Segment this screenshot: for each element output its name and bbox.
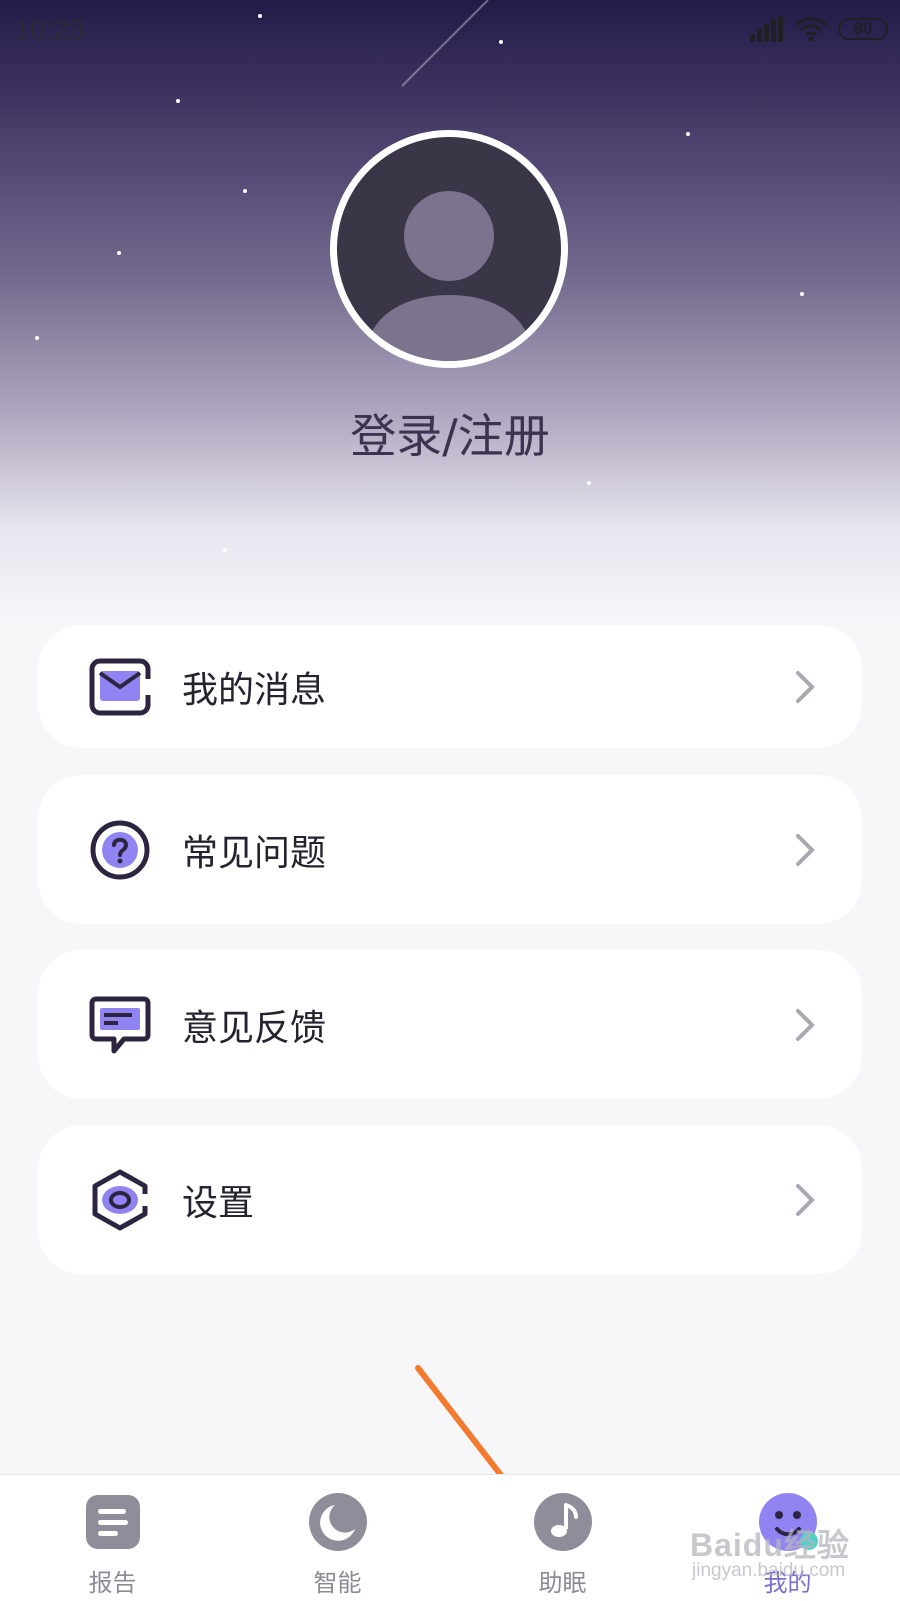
question-icon — [90, 820, 150, 879]
nav-mine[interactable]: 我的 — [675, 1475, 900, 1601]
chevron-right-icon — [796, 670, 815, 703]
menu-item-faq[interactable]: 常见问题 — [38, 775, 862, 924]
status-time: 10:23 — [14, 14, 85, 45]
mail-icon — [89, 658, 152, 715]
avatar[interactable] — [330, 130, 568, 368]
signal-icon — [750, 16, 783, 42]
menu-label-settings: 设置 — [182, 1182, 255, 1224]
nav-label-smart: 智能 — [313, 1569, 362, 1597]
nav-report[interactable]: 报告 — [0, 1475, 225, 1601]
chevron-right-icon — [796, 833, 815, 866]
bottom-navigation: 报告 智能 助眠 我的 — [0, 1474, 900, 1601]
chevron-right-icon — [796, 1183, 815, 1216]
menu-label-messages: 我的消息 — [182, 669, 327, 711]
status-icons: 80 — [750, 16, 888, 42]
menu-label-feedback: 意见反馈 — [182, 1007, 327, 1049]
battery-indicator: 80 — [838, 18, 888, 40]
moon-icon — [308, 1493, 367, 1551]
login-register-link[interactable]: 登录/注册 — [0, 400, 900, 466]
nav-label-sleep-aid: 助眠 — [538, 1569, 587, 1597]
nav-label-report: 报告 — [88, 1569, 137, 1597]
menu-item-settings[interactable]: 设置 — [38, 1125, 862, 1274]
status-bar: 10:23 80 — [0, 0, 900, 62]
default-user-icon — [365, 191, 533, 361]
feedback-icon — [89, 996, 151, 1053]
menu-item-messages[interactable]: 我的消息 — [38, 625, 862, 748]
menu-label-faq: 常见问题 — [182, 832, 327, 874]
profile-icon — [758, 1493, 818, 1551]
wifi-icon — [794, 17, 828, 42]
report-icon — [85, 1495, 140, 1549]
nav-smart[interactable]: 智能 — [225, 1475, 450, 1601]
nav-sleep-aid[interactable]: 助眠 — [450, 1475, 675, 1601]
menu-item-feedback[interactable]: 意见反馈 — [38, 950, 862, 1099]
music-note-icon — [533, 1493, 592, 1551]
chevron-right-icon — [796, 1008, 815, 1041]
settings-icon — [92, 1169, 151, 1230]
nav-label-mine: 我的 — [763, 1569, 812, 1597]
